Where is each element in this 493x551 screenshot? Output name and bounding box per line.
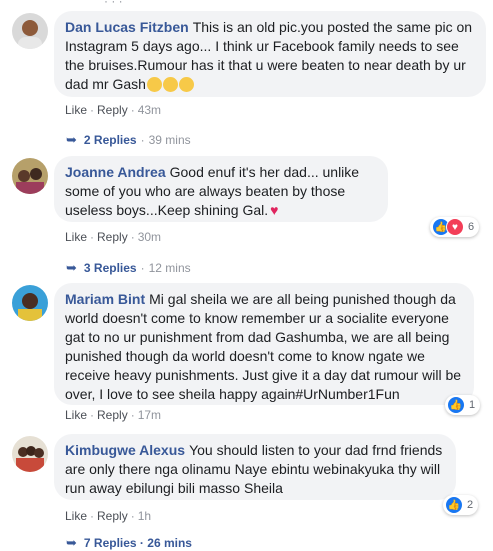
- reaction-summary[interactable]: 👍 ♥ 6: [430, 217, 480, 237]
- reply-arrow-icon: ➥: [66, 132, 77, 147]
- comment-author[interactable]: Dan Lucas Fitzben: [65, 19, 189, 35]
- view-replies[interactable]: ➥ 2 Replies · 39 mins: [66, 132, 191, 148]
- reaction-summary[interactable]: 👍 1: [445, 395, 481, 415]
- heart-emoji-icon: ♥: [270, 202, 279, 218]
- replies-count[interactable]: 2 Replies: [84, 133, 137, 147]
- comment-time[interactable]: 17m: [138, 408, 161, 422]
- reaction-count: 1: [469, 399, 476, 411]
- comment-bubble: Dan Lucas Fitzben This is an old pic.you …: [54, 11, 486, 97]
- reply-button[interactable]: Reply: [97, 230, 128, 244]
- avatar[interactable]: [12, 285, 48, 321]
- avatar[interactable]: [12, 158, 48, 194]
- like-reaction-icon: 👍: [445, 496, 463, 514]
- replies-time: 39 mins: [148, 133, 191, 147]
- reply-arrow-icon: ➥: [66, 260, 77, 275]
- comment-time[interactable]: 43m: [138, 103, 161, 117]
- replies-partial[interactable]: 7 Replies · 26 mins: [84, 536, 192, 550]
- view-replies[interactable]: ➥ 3 Replies · 12 mins: [66, 260, 191, 276]
- emoji-sad-icon: [178, 77, 194, 92]
- view-replies[interactable]: ➥ 7 Replies · 26 mins: [66, 535, 192, 551]
- comment-author[interactable]: Joanne Andrea: [65, 164, 166, 180]
- reaction-count: 6: [468, 221, 475, 233]
- comment-actions: Like · Reply · 43m: [65, 103, 162, 117]
- reply-arrow-icon: ➥: [66, 535, 77, 550]
- avatar[interactable]: [12, 436, 48, 472]
- comment-bubble: Kimbugwe Alexus You should listen to your…: [54, 434, 456, 500]
- emoji-face-icon: [146, 77, 162, 92]
- avatar[interactable]: [12, 13, 48, 49]
- love-reaction-icon: ♥: [446, 218, 464, 236]
- reply-button[interactable]: Reply: [97, 103, 128, 117]
- comment-actions: Like · Reply · 17m: [65, 408, 162, 422]
- comment-text: Mi gal sheila we are all being punished …: [65, 291, 462, 402]
- comment-bubble: Mariam Bint Mi gal sheila we are all bein…: [54, 283, 474, 405]
- reaction-count: 2: [467, 499, 474, 511]
- replies-time: 12 mins: [148, 261, 191, 275]
- comment-time[interactable]: 1h: [138, 509, 151, 523]
- comment-author[interactable]: Kimbugwe Alexus: [65, 442, 185, 458]
- like-button[interactable]: Like: [65, 509, 87, 523]
- comment-bubble: Joanne Andrea Good enuf it's her dad... u…: [54, 156, 388, 222]
- like-button[interactable]: Like: [65, 103, 87, 117]
- reply-button[interactable]: Reply: [97, 408, 128, 422]
- comment-author[interactable]: Mariam Bint: [65, 291, 145, 307]
- reply-button[interactable]: Reply: [97, 509, 128, 523]
- top-fragment: · · ·: [104, 0, 123, 8]
- emoji-rolling-eyes-icon: [162, 77, 178, 92]
- reaction-summary[interactable]: 👍 2: [443, 495, 479, 515]
- comment-actions: Like · Reply · 1h: [65, 509, 152, 523]
- replies-count[interactable]: 3 Replies: [84, 261, 137, 275]
- like-button[interactable]: Like: [65, 230, 87, 244]
- comment-time[interactable]: 30m: [138, 230, 161, 244]
- like-reaction-icon: 👍: [447, 396, 465, 414]
- comment-actions: Like · Reply · 30m: [65, 230, 162, 244]
- like-button[interactable]: Like: [65, 408, 87, 422]
